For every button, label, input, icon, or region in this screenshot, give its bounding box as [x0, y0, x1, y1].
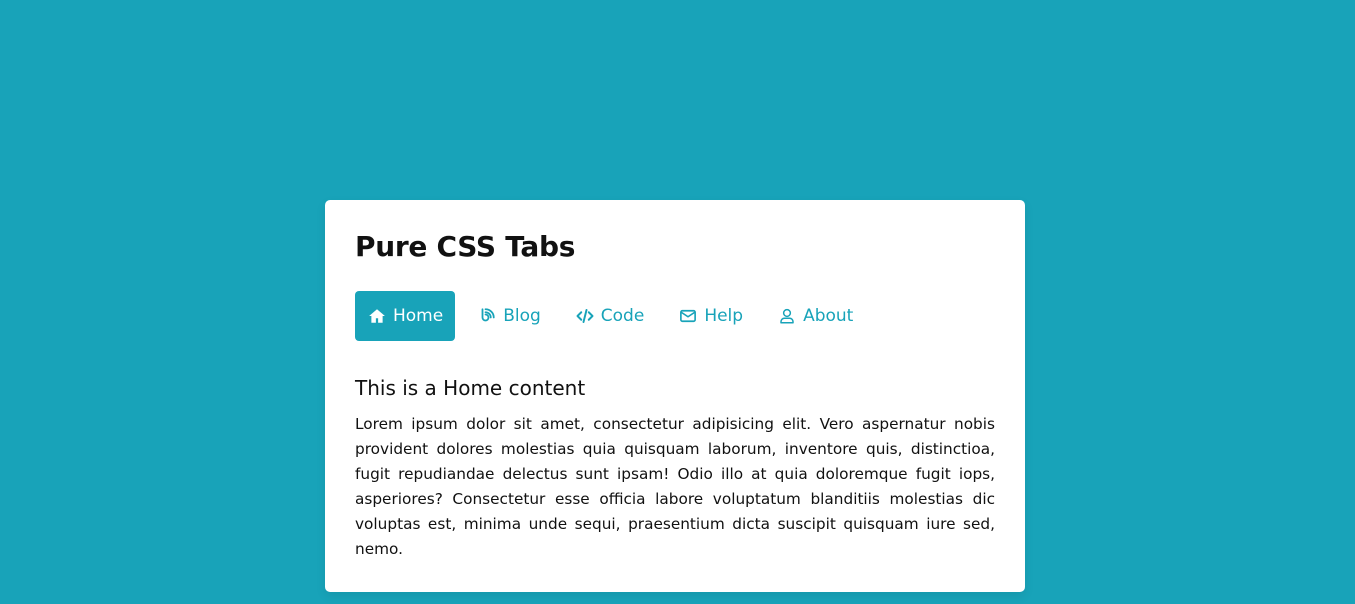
tab-label: Home — [393, 306, 444, 326]
page-title: Pure CSS Tabs — [355, 230, 576, 263]
tab-about[interactable]: About — [765, 291, 865, 341]
tab-bar: Home Blog Code Help About — [355, 291, 995, 341]
code-icon — [575, 306, 595, 326]
envelope-icon — [678, 306, 698, 326]
tabs-card: Pure CSS Tabs Home Blog Code Help About … — [325, 200, 1025, 592]
user-icon — [777, 306, 797, 326]
tab-blog[interactable]: Blog — [465, 291, 553, 341]
tab-label: Help — [704, 306, 744, 326]
home-icon — [367, 306, 387, 326]
tab-code[interactable]: Code — [563, 291, 657, 341]
rss-icon — [477, 306, 497, 326]
content-heading: This is a Home content — [355, 376, 586, 400]
content-text: Lorem ipsum dolor sit amet, consectetur … — [355, 415, 995, 558]
tab-label: Code — [600, 306, 645, 326]
tab-help[interactable]: Help — [666, 291, 755, 341]
tab-home[interactable]: Home — [355, 291, 456, 341]
tab-label: Blog — [503, 306, 541, 326]
tab-label: About — [803, 306, 854, 326]
